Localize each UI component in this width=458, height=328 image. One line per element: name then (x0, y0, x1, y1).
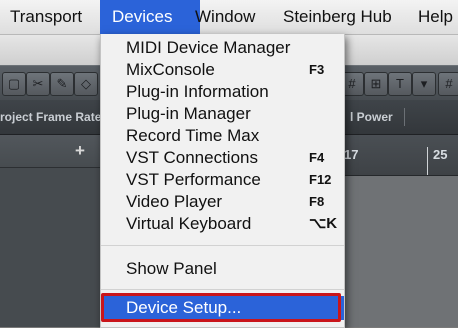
menu-item-shortcut: F8 (309, 194, 325, 209)
menu-transport[interactable]: Transport (4, 0, 102, 34)
track-list-header: + (0, 135, 102, 168)
ruler-tick-label: 17 (344, 147, 359, 162)
menu-item-label: Video Player (126, 192, 223, 211)
split-tool-icon[interactable]: ✂ (26, 72, 50, 96)
menu-item-label: VST Performance (126, 170, 261, 189)
menu-item-video-player[interactable]: Video Player F8 (101, 191, 344, 213)
menu-item-shortcut: F12 (309, 172, 332, 187)
menu-divider (101, 289, 344, 290)
menu-item-shortcut: F4 (309, 150, 325, 165)
menu-window[interactable]: Window (195, 0, 273, 34)
menu-item-label: Record Time Max (126, 126, 260, 145)
power-label: l Power (350, 110, 393, 124)
menu-item-label: VST Connections (126, 148, 258, 167)
ruler-bar-line (427, 147, 428, 175)
info-divider (404, 108, 405, 126)
menu-item-mixconsole[interactable]: MixConsole F3 (101, 59, 344, 81)
add-track-icon[interactable]: + (75, 141, 85, 161)
track-list: + (0, 135, 102, 327)
menu-steinberg-hub[interactable]: Steinberg Hub (283, 0, 401, 34)
device-setup-highlight-outline (101, 293, 341, 322)
menu-devices[interactable]: Devices (100, 0, 200, 34)
grid-dropdown-icon[interactable]: ▾ (412, 72, 436, 96)
draw-tool-icon[interactable]: ✎ (50, 72, 74, 96)
object-select-tool-icon[interactable]: ▢ (2, 72, 26, 96)
menu-item-shortcut: F3 (309, 62, 325, 77)
menu-item-virtual-keyboard[interactable]: Virtual Keyboard ⌥K (101, 213, 344, 235)
menu-item-label: Virtual Keyboard (126, 214, 252, 233)
menu-item-label: MIDI Device Manager (126, 38, 291, 57)
menu-item-plugin-information[interactable]: Plug-in Information (101, 81, 344, 103)
menu-item-show-panel[interactable]: Show Panel (101, 258, 344, 280)
menu-divider (101, 245, 344, 246)
menu-bar: Transport Devices Window Steinberg Hub H… (0, 0, 458, 35)
menu-item-plugin-manager[interactable]: Plug-in Manager (101, 103, 344, 125)
menu-item-label: Show Panel (126, 259, 217, 278)
menu-item-label: Plug-in Manager (126, 104, 251, 123)
menu-item-midi-device-manager[interactable]: MIDI Device Manager (101, 37, 344, 59)
devices-menu: MIDI Device Manager MixConsole F3 Plug-i… (100, 34, 345, 328)
quantize-icon[interactable]: ⊞ (364, 72, 388, 96)
menu-item-vst-performance[interactable]: VST Performance F12 (101, 169, 344, 191)
menu-item-record-time-max[interactable]: Record Time Max (101, 125, 344, 147)
menu-item-label: MixConsole (126, 60, 215, 79)
quantize-preset-icon[interactable]: # (438, 72, 458, 96)
ruler-tick-label: 25 (433, 147, 448, 162)
menu-item-shortcut: ⌥K (309, 215, 338, 232)
menu-item-vst-connections[interactable]: VST Connections F4 (101, 147, 344, 169)
menu-help[interactable]: Help (418, 0, 458, 34)
project-frame-rate-label: roject Frame Rate (0, 110, 102, 124)
erase-tool-icon[interactable]: ◇ (74, 72, 98, 96)
grid-type-icon[interactable]: T (388, 72, 412, 96)
menu-item-label: Plug-in Information (126, 82, 269, 101)
